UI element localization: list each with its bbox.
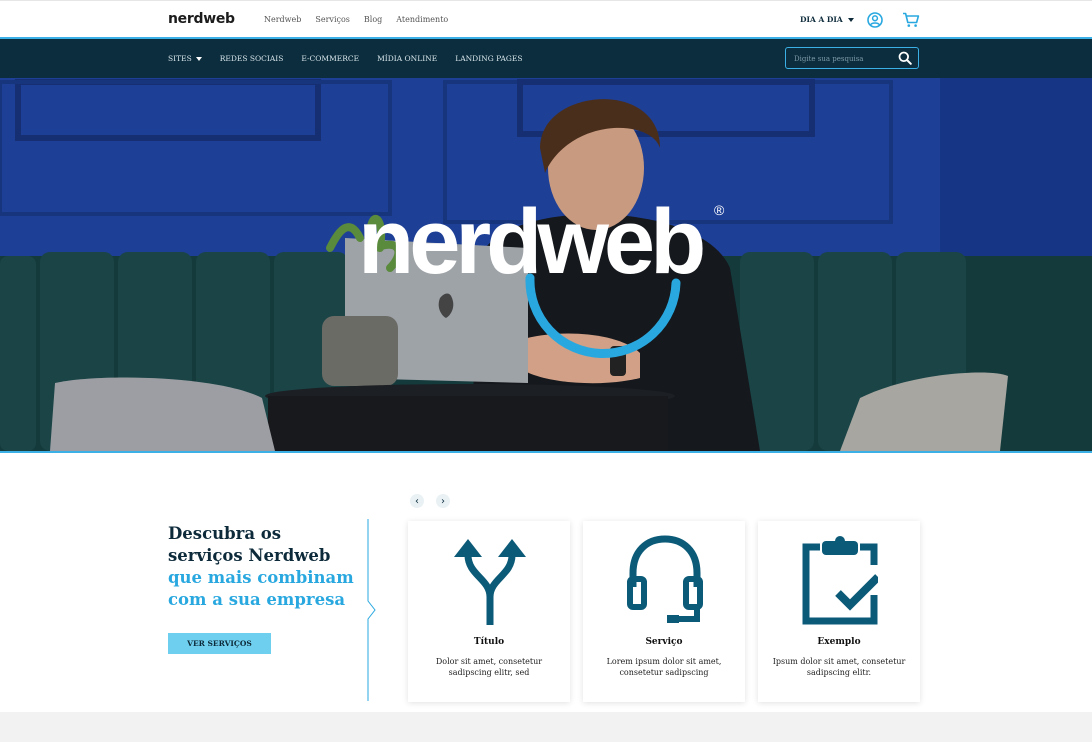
headline-dark: Descubra os serviços Nerdweb	[168, 524, 331, 565]
card-title: Exemplo	[817, 637, 861, 647]
registered-mark: ®	[714, 202, 725, 218]
dia-a-dia-dropdown[interactable]: DIA A DIA	[800, 15, 854, 24]
nav-item-sites[interactable]: SITES	[168, 54, 202, 63]
service-card[interactable]: Serviço Lorem ipsum dolor sit amet, cons…	[583, 521, 745, 702]
top-link-nerdweb[interactable]: Nerdweb	[264, 15, 301, 24]
headset-icon	[627, 535, 703, 623]
carousel-next-button[interactable]: ›	[436, 494, 450, 508]
nav-item-landing-pages[interactable]: LANDING PAGES	[455, 54, 522, 63]
nav-links: SITES REDES SOCIAIS E-COMMERCE MÍDIA ONL…	[168, 54, 522, 63]
top-link-servicos[interactable]: Serviços	[315, 15, 350, 24]
nav-item-sites-label: SITES	[168, 54, 192, 63]
ver-servicos-button[interactable]: VER SERVIÇOS	[168, 633, 271, 654]
top-header: nerdweb Nerdweb Serviços Blog Atendiment…	[0, 0, 1092, 39]
hero-logo-text: nerdweb	[358, 191, 706, 293]
services-section: ‹ › Descubra os serviços Nerdweb que mai…	[0, 453, 1092, 712]
hero-banner: nerdweb ®	[0, 78, 1092, 453]
card-description: Ipsum dolor sit amet, consetetur sadipsc…	[772, 657, 906, 677]
search-box	[785, 47, 919, 69]
card-description: Dolor sit amet, consetetur sadipscing el…	[435, 657, 543, 677]
card-title: Serviço	[645, 637, 683, 647]
cart-icon[interactable]	[902, 12, 920, 28]
carousel-prev-button[interactable]: ‹	[410, 494, 424, 508]
carousel-controls: ‹ ›	[410, 494, 450, 508]
nav-item-midia-online[interactable]: MÍDIA ONLINE	[377, 54, 437, 63]
top-nav: Nerdweb Serviços Blog Atendimento	[264, 15, 448, 24]
nav-item-redes-sociais[interactable]: REDES SOCIAIS	[220, 54, 284, 63]
nav-item-e-commerce[interactable]: E-COMMERCE	[301, 54, 359, 63]
clipboard-check-icon	[802, 536, 878, 625]
top-link-blog[interactable]: Blog	[364, 15, 382, 24]
card-title: Título	[473, 637, 505, 647]
site-logo[interactable]: nerdweb	[168, 11, 235, 27]
chevron-down-icon	[847, 17, 854, 22]
section-divider	[367, 519, 376, 701]
card-description: Lorem ipsum dolor sit amet, consetetur s…	[606, 657, 722, 677]
service-card[interactable]: Exemplo Ipsum dolor sit amet, consetetur…	[758, 521, 920, 702]
service-card[interactable]: Título Dolor sit amet, consetetur sadips…	[408, 521, 570, 702]
headline-blue: que mais combinam com a sua empresa	[168, 568, 354, 609]
services-headline: Descubra os serviços Nerdweb que mais co…	[168, 523, 358, 611]
split-arrows-icon	[454, 539, 526, 625]
search-icon[interactable]	[898, 51, 912, 65]
main-nav: SITES REDES SOCIAIS E-COMMERCE MÍDIA ONL…	[0, 39, 1092, 78]
dia-a-dia-label: DIA A DIA	[800, 15, 843, 24]
user-icon[interactable]	[867, 12, 883, 28]
search-input[interactable]	[792, 51, 896, 67]
top-link-atendimento[interactable]: Atendimento	[396, 15, 448, 24]
chevron-down-icon	[195, 56, 202, 61]
